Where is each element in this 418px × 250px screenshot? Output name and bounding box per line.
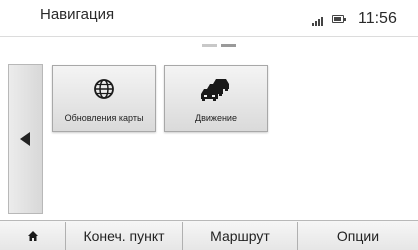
battery-icon <box>332 15 346 23</box>
header-divider <box>0 36 418 37</box>
home-icon <box>27 231 38 241</box>
page-indicator-dot-1 <box>202 44 217 47</box>
traffic-cars-icon <box>201 78 231 107</box>
route-button[interactable]: Маршрут <box>183 222 298 250</box>
page-title: Навигация <box>40 6 115 23</box>
traffic-label: Движение <box>195 113 237 123</box>
page-indicator <box>202 44 236 47</box>
previous-page-button[interactable] <box>8 64 43 214</box>
signal-strength-icon <box>312 16 326 26</box>
globe-icon <box>93 78 115 105</box>
navigation-screen: Навигация 11:56 Обновления карты Движени… <box>0 0 418 250</box>
map-updates-tile[interactable]: Обновления карты <box>52 65 156 132</box>
left-arrow-icon <box>20 132 30 146</box>
page-indicator-dot-2 <box>221 44 236 47</box>
bottom-navigation-bar: Конеч. пункт Маршрут Опции <box>0 220 418 250</box>
home-button[interactable] <box>0 222 66 250</box>
clock: 11:56 <box>358 10 397 27</box>
map-updates-label: Обновления карты <box>64 113 144 123</box>
destination-button[interactable]: Конеч. пункт <box>66 222 183 250</box>
traffic-tile[interactable]: Движение <box>164 65 268 132</box>
options-button[interactable]: Опции <box>298 222 418 250</box>
